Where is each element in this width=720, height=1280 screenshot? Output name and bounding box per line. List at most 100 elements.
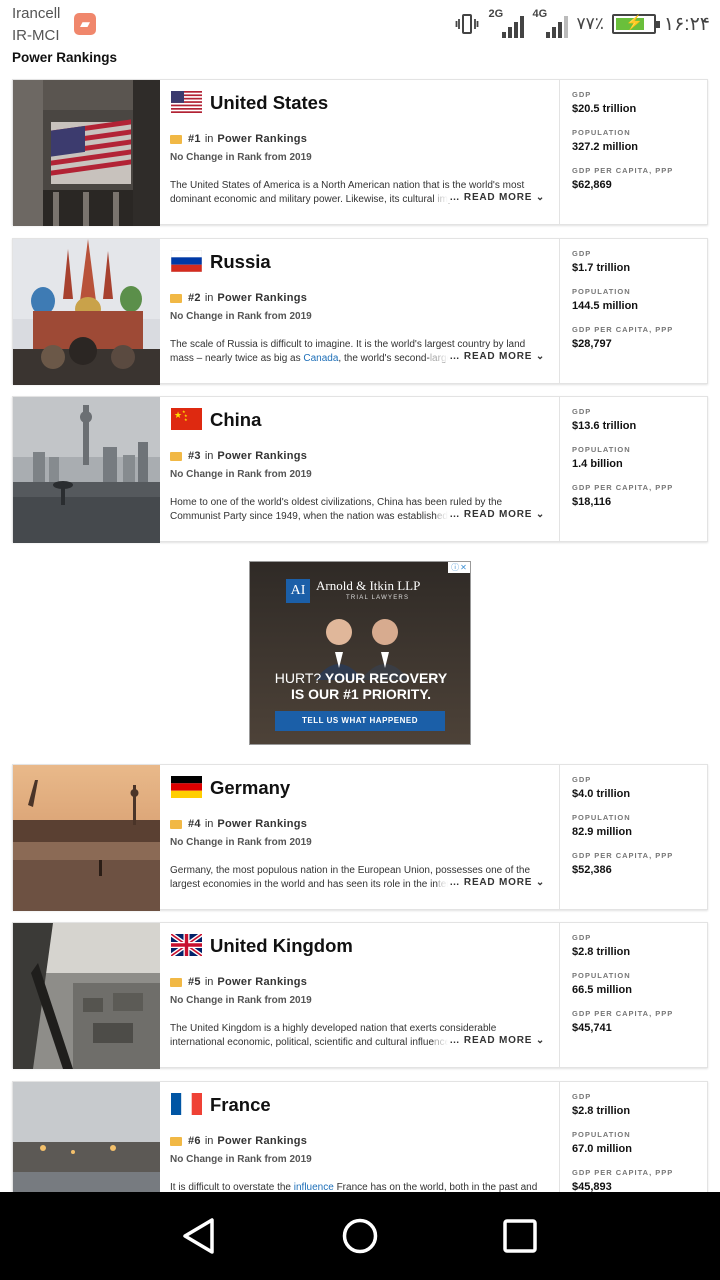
gdp-value: $13.6 trillion [572, 420, 637, 432]
rank-change: No Change in Rank from 2019 [170, 1154, 312, 1165]
rank-number: #6 [188, 1135, 201, 1147]
country-card-united-states[interactable]: United States #1 in Power Rankings No Ch… [12, 79, 708, 226]
gdp-value: $2.8 trillion [572, 946, 631, 958]
rank-number: #4 [188, 818, 201, 830]
vibrate-icon [454, 11, 480, 37]
gdp-ppp-label: GDP PER CAPITA, PPP [572, 851, 674, 860]
rank-badge-icon [170, 293, 182, 303]
gdp-ppp-value: $45,741 [572, 1022, 612, 1034]
gdp-ppp-value: $18,116 [572, 496, 612, 508]
rankings-link[interactable]: Power Rankings [217, 976, 307, 988]
rank-number: #3 [188, 450, 201, 462]
rankings-link[interactable]: Power Rankings [217, 133, 307, 145]
rank-in-text: in [204, 976, 214, 988]
ad-cta-button[interactable]: TELL US WHAT HAPPENED [275, 711, 445, 731]
card-body[interactable]: Russia #2 in Power Rankings No Change in… [160, 239, 560, 383]
ad-headline-2: IS OUR #1 PRIORITY. [290, 686, 432, 702]
clock: ۱۶:۲۴ [663, 13, 710, 35]
country-photo[interactable] [13, 239, 160, 385]
ad-headline-1: HURT? YOUR RECOVERY [274, 670, 448, 686]
flag-united-kingdom-icon [171, 934, 202, 956]
gdp-ppp-label: GDP PER CAPITA, PPP [572, 1168, 674, 1177]
rank-change: No Change in Rank from 2019 [170, 837, 312, 848]
home-icon[interactable] [340, 1216, 380, 1256]
rank-line: #1 in Power Rankings [170, 133, 307, 145]
gdp-ppp-label: GDP PER CAPITA, PPP [572, 483, 674, 492]
rank-number: #5 [188, 976, 201, 988]
country-photo[interactable] [13, 765, 160, 911]
rank-in-text: in [204, 450, 214, 462]
country-photo[interactable] [13, 923, 160, 1069]
country-card-russia[interactable]: Russia #2 in Power Rankings No Change in… [12, 238, 708, 385]
card-body[interactable]: ★ ★ ★ ★ China #3 in Power Rankings No Ch… [160, 397, 560, 541]
country-name[interactable]: Germany [210, 777, 290, 799]
population-value: 1.4 billion [572, 458, 623, 470]
gdp-ppp-value: $62,869 [572, 179, 612, 191]
population-value: 67.0 million [572, 1143, 632, 1155]
status-bar: Irancell IR-MCI ▰ 2G 4G ۷۷٪ ۱۶:۲۴ [0, 0, 720, 50]
read-more-button[interactable]: … READ MORE ⌄ [437, 509, 545, 520]
advertisement-banner[interactable]: ⓘ ✕ AI Arnold & Itkin LLP TRIAL LAWYERS H… [249, 561, 471, 745]
read-more-button[interactable]: … READ MORE ⌄ [437, 877, 545, 888]
rank-change: No Change in Rank from 2019 [170, 311, 312, 322]
rank-in-text: in [204, 292, 214, 304]
country-card-germany[interactable]: Germany #4 in Power Rankings No Change i… [12, 764, 708, 911]
read-more-button[interactable]: … READ MORE ⌄ [437, 192, 545, 203]
adchoices-icon[interactable]: ⓘ ✕ [448, 562, 470, 573]
card-body[interactable]: United Kingdom #5 in Power Rankings No C… [160, 923, 560, 1067]
canada-link[interactable]: Canada [303, 353, 338, 364]
signal-4g-icon: 4G [532, 8, 569, 38]
rankings-link[interactable]: Power Rankings [217, 450, 307, 462]
country-stats: GDP $13.6 trillion POPULATION 1.4 billio… [560, 397, 707, 541]
country-name[interactable]: China [210, 409, 261, 431]
card-body[interactable]: Germany #4 in Power Rankings No Change i… [160, 765, 560, 909]
rank-in-text: in [204, 1135, 214, 1147]
rank-line: #6 in Power Rankings [170, 1135, 307, 1147]
population-value: 144.5 million [572, 300, 639, 312]
country-name[interactable]: United Kingdom [210, 935, 353, 957]
country-name[interactable]: France [210, 1094, 271, 1116]
country-stats: GDP $2.8 trillion POPULATION 66.5 millio… [560, 923, 707, 1067]
country-name[interactable]: United States [210, 92, 328, 114]
rankings-link[interactable]: Power Rankings [217, 1135, 307, 1147]
flag-russia-icon [171, 250, 202, 272]
status-icons: 2G 4G ۷۷٪ ۱۶:۲۴ [454, 8, 710, 40]
rankings-link[interactable]: Power Rankings [217, 818, 307, 830]
gdp-ppp-label: GDP PER CAPITA, PPP [572, 1009, 674, 1018]
country-stats: GDP $20.5 trillion POPULATION 327.2 mill… [560, 80, 707, 224]
flag-france-icon [171, 1093, 202, 1115]
flag-united-states-icon [171, 91, 202, 113]
gdp-label: GDP [572, 933, 592, 942]
ad-firm-name: Arnold & Itkin LLP [316, 578, 421, 593]
rank-badge-icon [170, 451, 182, 461]
gdp-value: $4.0 trillion [572, 788, 631, 800]
svg-text:★: ★ [174, 411, 182, 421]
back-icon[interactable] [180, 1216, 220, 1256]
country-card-china[interactable]: ★ ★ ★ ★ China #3 in Power Rankings No Ch… [12, 396, 708, 543]
population-label: POPULATION [572, 1130, 631, 1139]
rank-line: #2 in Power Rankings [170, 292, 307, 304]
carrier-name-1: Irancell [12, 5, 61, 22]
country-photo[interactable] [13, 397, 160, 543]
gdp-value: $1.7 trillion [572, 262, 631, 274]
recent-apps-icon[interactable] [500, 1216, 540, 1256]
rank-line: #5 in Power Rankings [170, 976, 307, 988]
ad-firm-subtitle: TRIAL LAWYERS [346, 595, 410, 601]
svg-text:★: ★ [184, 417, 188, 422]
country-card-united-kingdom[interactable]: United Kingdom #5 in Power Rankings No C… [12, 922, 708, 1069]
rankings-link[interactable]: Power Rankings [217, 292, 307, 304]
rank-change: No Change in Rank from 2019 [170, 152, 312, 163]
read-more-button[interactable]: … READ MORE ⌄ [437, 351, 545, 362]
card-body[interactable]: United States #1 in Power Rankings No Ch… [160, 80, 560, 224]
country-photo[interactable] [13, 80, 160, 226]
gdp-ppp-label: GDP PER CAPITA, PPP [572, 166, 674, 175]
population-label: POPULATION [572, 445, 631, 454]
battery-percent: ۷۷٪ [576, 14, 604, 33]
rank-line: #4 in Power Rankings [170, 818, 307, 830]
country-name[interactable]: Russia [210, 251, 271, 273]
read-more-button[interactable]: … READ MORE ⌄ [437, 1035, 545, 1046]
country-stats: GDP $1.7 trillion POPULATION 144.5 milli… [560, 239, 707, 383]
notification-bag-icon: ▰ [74, 13, 96, 35]
population-value: 82.9 million [572, 826, 632, 838]
population-label: POPULATION [572, 813, 631, 822]
